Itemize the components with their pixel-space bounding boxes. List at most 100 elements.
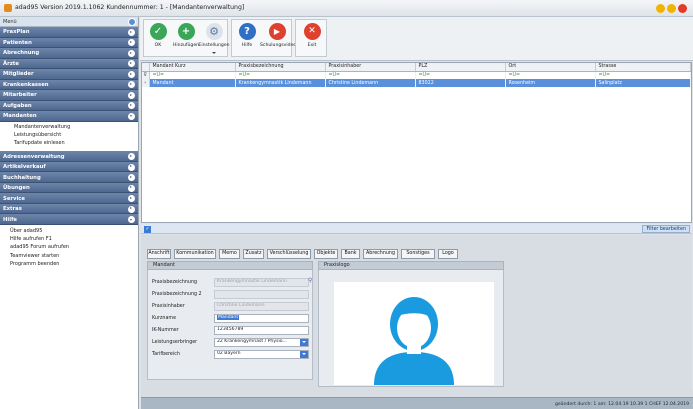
column-header[interactable]: Strasse <box>595 63 691 72</box>
sidebar-section-uebungen[interactable]: Übungen <box>0 182 138 194</box>
table-cell[interactable]: Mandant <box>149 79 236 87</box>
sidebar-item-leistungsuebersicht[interactable]: Leistungsübersicht <box>14 132 138 140</box>
practice-logo-image[interactable] <box>334 282 494 385</box>
minimize-button[interactable] <box>656 4 665 13</box>
help-button[interactable]: ? Hilfe <box>234 20 260 58</box>
sidebar-item-tarifupdate[interactable]: Tarifupdate einlesen <box>14 140 138 148</box>
close-window-button[interactable] <box>678 4 687 13</box>
mandanten-grid: Mandant Kurz Praxisbezeichnung Praxisinh… <box>141 62 692 223</box>
sidebar-item-ueber[interactable]: Über adad95 <box>10 228 138 236</box>
filter-cell[interactable]: =Ü= <box>235 71 326 79</box>
filter-cell[interactable]: =Ü= <box>595 71 691 79</box>
praxisinhaber-input[interactable]: Christine Lindemann <box>214 302 309 311</box>
sidebar-section-mitarbeiter[interactable]: Mitarbeiter <box>0 90 138 101</box>
detail-bottom-area <box>141 390 693 397</box>
sidebar-section-aufgaben[interactable]: Aufgaben <box>0 100 138 111</box>
tab-memo[interactable]: Memo <box>219 249 240 259</box>
mandant-panel-header: Mandant <box>147 261 313 270</box>
column-header[interactable]: Mandant Kurz <box>149 63 236 72</box>
sidebar-item-teamviewer[interactable]: Teamviewer starten <box>10 253 138 261</box>
expand-icon <box>128 153 135 161</box>
table-cell[interactable]: Salinplatz <box>595 79 691 87</box>
table-row[interactable]: › Mandant Krankengymnastik Lindemann Chr… <box>142 79 691 87</box>
sidebar-section-artikelverkauf[interactable]: Artikelverkauf <box>0 161 138 173</box>
expand-icon <box>128 174 135 182</box>
sidebar-section-mitglieder[interactable]: Mitglieder <box>0 69 138 80</box>
videos-button[interactable]: ▶ Schulungsvideos <box>260 20 299 58</box>
praxisbezeichnung-2-input[interactable] <box>214 290 309 299</box>
sidebar-section-mandanten[interactable]: Mandanten <box>0 111 138 122</box>
sidebar-section-patienten[interactable]: Patienten <box>0 37 138 48</box>
chevron-down-icon[interactable] <box>300 339 308 346</box>
collapse-icon <box>128 112 135 120</box>
tab-bank[interactable]: Bank <box>341 249 360 259</box>
expand-icon <box>128 70 135 78</box>
column-header[interactable]: Ort <box>505 63 596 72</box>
tab-objekte[interactable]: Objekte <box>314 249 338 259</box>
status-bar: geändert durch: 1 am: 12.04.19 10.39 1 C… <box>141 397 693 409</box>
field-label: Praxisbezeichnung 2 <box>152 291 202 297</box>
column-header[interactable]: PLZ <box>415 63 506 72</box>
praxisbezeichnung-input[interactable]: Krankengymnastik Lindemann <box>214 278 309 287</box>
table-cell[interactable]: Christine Lindemann <box>325 79 416 87</box>
sidebar-section-abrechnung[interactable]: Abrechnung <box>0 48 138 59</box>
edit-filter-button[interactable]: Filter bearbeiten <box>642 225 690 233</box>
filter-cell[interactable]: =Ü= <box>149 71 236 79</box>
sidebar-item-hilfe-aufrufen[interactable]: Hilfe aufrufen F1 <box>10 236 138 244</box>
tab-zusatz[interactable]: Zusatz <box>243 249 264 259</box>
tab-logo[interactable]: Logo <box>438 249 458 259</box>
sidebar-item-mandantenverwaltung[interactable]: Mandantenverwaltung <box>14 124 138 132</box>
status-text: geändert durch: 1 am: 12.04.19 10.39 1 C… <box>555 401 689 407</box>
table-cell[interactable]: Rosenheim <box>505 79 596 87</box>
tab-verschluesselung[interactable]: Verschlüsselung <box>267 249 311 259</box>
sidebar-section-label: Abrechnung <box>3 50 40 57</box>
tab-abrechnung[interactable]: Abrechnung <box>363 249 398 259</box>
sidebar-section-label: PraxPlan <box>3 29 30 36</box>
sidebar-section-service[interactable]: Service <box>0 193 138 204</box>
sidebar-section-adressenverwaltung[interactable]: Adressenverwaltung <box>0 151 138 162</box>
tab-kommunikation[interactable]: Kommunikation <box>174 249 216 259</box>
lock-icon[interactable]: ⚲ <box>308 277 312 284</box>
kurzname-input[interactable]: Mandant <box>214 314 309 323</box>
filter-checkbox[interactable]: ✓ <box>144 225 151 233</box>
row-pointer-icon: › <box>142 79 150 87</box>
sidebar-section-label: Mandanten <box>3 113 37 120</box>
expand-icon <box>128 205 135 213</box>
sidebar-section-label: Übungen <box>3 185 30 192</box>
ik-nummer-input[interactable]: 123456789 <box>214 326 309 335</box>
tab-anschrift[interactable]: Anschrift <box>147 249 171 259</box>
sidebar-section-extras[interactable]: Extras <box>0 203 138 215</box>
chevron-down-icon[interactable] <box>300 351 308 358</box>
filter-cell[interactable]: =Ü= <box>505 71 596 79</box>
leistungserbringer-select[interactable]: 22 Krankengymnast / Physio... <box>214 338 309 347</box>
expand-icon <box>128 39 135 47</box>
filter-cell[interactable]: =Ü= <box>325 71 416 79</box>
tab-sonstiges[interactable]: Sonstiges <box>401 249 435 259</box>
sidebar-item-programm-beenden[interactable]: Programm beenden <box>10 261 138 269</box>
sidebar-section-hilfe[interactable]: Hilfe <box>0 214 138 225</box>
table-cell[interactable]: Krankengymnastik Lindemann <box>235 79 326 87</box>
filter-cell[interactable]: =Ü= <box>415 71 506 79</box>
sidebar-section-krankenkassen[interactable]: Krankenkassen <box>0 79 138 90</box>
exit-button[interactable]: ✕ Exit <box>299 20 325 58</box>
ok-button[interactable]: ✓ OK <box>145 20 171 58</box>
column-header[interactable]: Praxisbezeichnung <box>235 63 326 72</box>
add-button[interactable]: + Hinzufügen <box>173 20 199 58</box>
maximize-button[interactable] <box>667 4 676 13</box>
menu-toggle-icon[interactable] <box>128 18 136 26</box>
expand-icon <box>128 60 135 68</box>
sidebar-section-label: Aufgaben <box>3 102 32 109</box>
column-header[interactable]: Praxisinhaber <box>325 63 416 72</box>
mandant-form: Praxisbezeichnung Krankengymnastik Linde… <box>147 270 313 380</box>
tarifbereich-select[interactable]: 02 Bayern <box>214 350 309 359</box>
sidebar-section-aerzte[interactable]: Ärzte <box>0 58 138 69</box>
detail-panel: Anschrift Kommunikation Memo Zusatz Vers… <box>141 235 692 390</box>
sidebar-section-buchhaltung[interactable]: Buchhaltung <box>0 172 138 183</box>
chevron-down-icon <box>212 52 216 54</box>
sidebar-item-forum[interactable]: adad95 Forum aufrufen <box>10 244 138 252</box>
settings-button[interactable]: ⚙ Einstellungen <box>198 20 230 58</box>
expand-icon <box>128 184 135 192</box>
sidebar-section-praxplan[interactable]: PraxPlan <box>0 27 138 38</box>
sidebar-section-label: Extras <box>3 206 22 213</box>
table-cell[interactable]: 83022 <box>415 79 506 87</box>
